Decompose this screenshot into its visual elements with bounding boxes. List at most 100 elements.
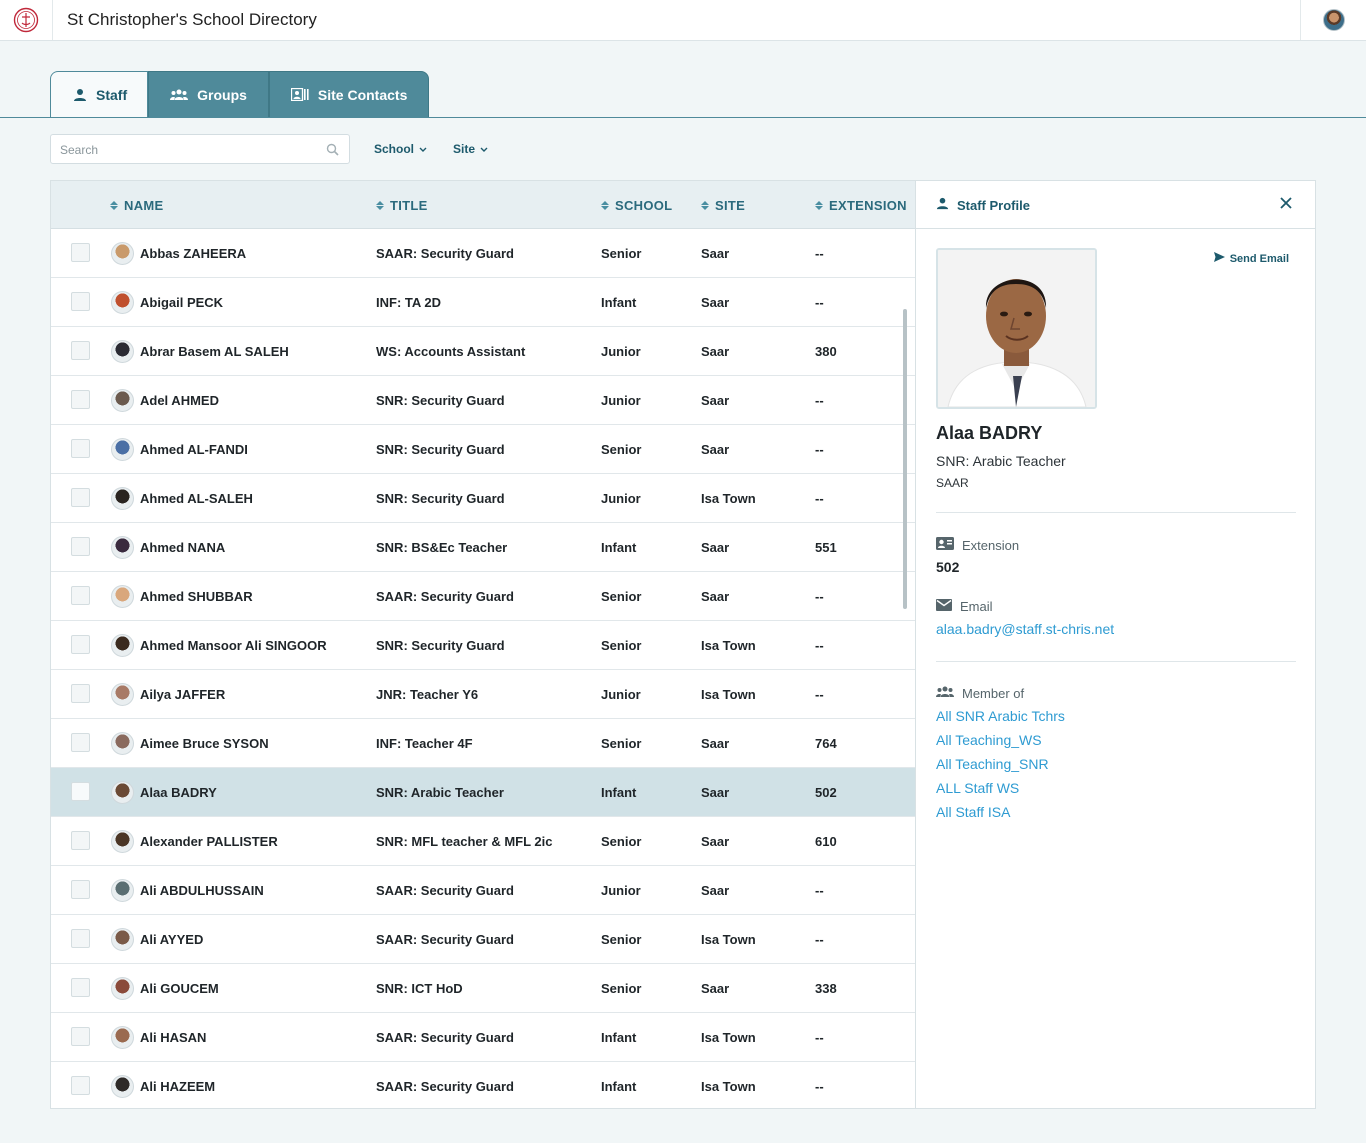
avatar: [111, 389, 134, 412]
tab-staff[interactable]: Staff: [50, 71, 149, 118]
row-checkbox[interactable]: [71, 831, 90, 850]
app-title: St Christopher's School Directory: [67, 10, 317, 29]
row-checkbox[interactable]: [71, 341, 90, 360]
staff-title: SNR: Security Guard: [376, 442, 505, 457]
group-link[interactable]: All Teaching_WS: [936, 732, 1042, 748]
chevron-down-icon: [419, 142, 427, 156]
table-row[interactable]: Alexander PALLISTER SNR: MFL teacher & MF…: [51, 817, 915, 866]
staff-extension: --: [815, 442, 824, 457]
row-checkbox[interactable]: [71, 439, 90, 458]
group-link[interactable]: ALL Staff WS: [936, 780, 1019, 796]
row-checkbox[interactable]: [71, 684, 90, 703]
row-checkbox[interactable]: [71, 733, 90, 752]
staff-school: Infant: [601, 295, 637, 310]
tab-bar: Staff Groups Site Contacts: [50, 71, 430, 118]
staff-title: SNR: BS&Ec Teacher: [376, 540, 508, 555]
staff-name: Ali AYYED: [140, 932, 204, 947]
table-row[interactable]: Adel AHMED SNR: Security Guard Junior Saar -…: [51, 376, 915, 425]
group-link[interactable]: All Teaching_SNR: [936, 756, 1049, 772]
avatar: [111, 830, 134, 853]
search-icon[interactable]: [326, 143, 339, 161]
search-input[interactable]: [60, 141, 310, 158]
row-checkbox[interactable]: [71, 488, 90, 507]
staff-school: Junior: [601, 687, 641, 702]
table-row[interactable]: Ahmed AL-FANDI SNR: Security Guard Senior S…: [51, 425, 915, 474]
avatar: [111, 1026, 134, 1049]
tab-groups[interactable]: Groups: [148, 71, 269, 118]
table-row[interactable]: Ahmed Mansoor Ali SINGOOR SNR: Security G…: [51, 621, 915, 670]
column-header-name[interactable]: NAME: [110, 198, 163, 213]
row-checkbox[interactable]: [71, 586, 90, 605]
staff-title: SAAR: Security Guard: [376, 932, 514, 947]
row-checkbox[interactable]: [71, 243, 90, 262]
staff-site: Saar: [701, 540, 730, 555]
staff-extension: 502: [815, 785, 837, 800]
table-row[interactable]: Abbas ZAHEERA SAAR: Security Guard Senior S…: [51, 229, 915, 278]
avatar: [111, 977, 134, 1000]
staff-title: SNR: ICT HoD: [376, 981, 463, 996]
staff-extension: --: [815, 687, 824, 702]
sort-icon: [601, 201, 609, 210]
table-row[interactable]: Ali AYYED SAAR: Security Guard Senior Isa T…: [51, 915, 915, 964]
table-scrollbar[interactable]: [903, 309, 907, 609]
column-header-title[interactable]: TITLE: [376, 198, 428, 213]
group-link[interactable]: All SNR Arabic Tchrs: [936, 708, 1065, 724]
row-checkbox[interactable]: [71, 1076, 90, 1095]
table-row[interactable]: Abigail PECK INF: TA 2D Infant Saar --: [51, 278, 915, 327]
staff-title: SAAR: Security Guard: [376, 883, 514, 898]
staff-site: Saar: [701, 589, 730, 604]
column-header-site[interactable]: SITE: [701, 198, 745, 213]
table-row[interactable]: Ailya JAFFER JNR: Teacher Y6 Junior Isa Tow…: [51, 670, 915, 719]
row-checkbox[interactable]: [71, 880, 90, 899]
staff-title: WS: Accounts Assistant: [376, 344, 526, 359]
staff-site: Saar: [701, 295, 730, 310]
table-row[interactable]: Ali ABDULHUSSAIN SAAR: Security Guard Juni…: [51, 866, 915, 915]
site-filter-dropdown[interactable]: Site: [453, 142, 488, 156]
staff-school: Infant: [601, 1030, 637, 1045]
table-row[interactable]: Ahmed SHUBBAR SAAR: Security Guard Senior S…: [51, 572, 915, 621]
row-checkbox[interactable]: [71, 635, 90, 654]
staff-extension: 764: [815, 736, 837, 751]
table-row[interactable]: Ahmed AL-SALEH SNR: Security Guard Junior I…: [51, 474, 915, 523]
sort-icon: [701, 201, 709, 210]
staff-extension: 551: [815, 540, 837, 555]
staff-title: SNR: Security Guard: [376, 638, 505, 653]
contact-card-icon: [290, 88, 309, 101]
user-menu[interactable]: [1300, 0, 1366, 40]
table-row[interactable]: Ahmed NANA SNR: BS&Ec Teacher Infant Saar 55…: [51, 523, 915, 572]
staff-extension: --: [815, 491, 824, 506]
email-link[interactable]: alaa.badry@staff.st-chris.net: [936, 621, 1114, 637]
staff-site: Isa Town: [701, 932, 756, 947]
row-checkbox[interactable]: [71, 390, 90, 409]
table-row[interactable]: Ali HASAN SAAR: Security Guard Infant Isa T…: [51, 1013, 915, 1062]
row-checkbox[interactable]: [71, 978, 90, 997]
avatar: [111, 683, 134, 706]
table-row[interactable]: Aimee Bruce SYSON INF: Teacher 4F Senior Sa…: [51, 719, 915, 768]
column-header-extension[interactable]: EXTENSION: [815, 198, 907, 213]
school-crest-icon: [13, 7, 39, 33]
row-checkbox[interactable]: [71, 292, 90, 311]
table-row[interactable]: Ali GOUCEM SNR: ICT HoD Senior Saar 338: [51, 964, 915, 1013]
school-logo[interactable]: [0, 0, 53, 40]
staff-title: SNR: Arabic Teacher: [376, 785, 504, 800]
staff-school: Senior: [601, 589, 642, 604]
staff-extension: --: [815, 295, 824, 310]
row-checkbox[interactable]: [71, 1027, 90, 1046]
tab-label: Groups: [197, 86, 247, 103]
table-row[interactable]: Abrar Basem AL SALEH WS: Accounts Assista…: [51, 327, 915, 376]
staff-name: Alexander PALLISTER: [140, 834, 278, 849]
group-link[interactable]: All Staff ISA: [936, 804, 1010, 820]
send-email-button[interactable]: Send Email: [1213, 252, 1289, 265]
column-label: SITE: [715, 198, 746, 213]
row-checkbox[interactable]: [71, 782, 90, 801]
staff-title: SNR: Security Guard: [376, 491, 505, 506]
close-icon[interactable]: [1279, 196, 1293, 215]
staff-site: Saar: [701, 736, 730, 751]
row-checkbox[interactable]: [71, 929, 90, 948]
row-checkbox[interactable]: [71, 537, 90, 556]
table-row[interactable]: Ali HAZEEM SAAR: Security Guard Infant Isa …: [51, 1062, 915, 1108]
tab-site-contacts[interactable]: Site Contacts: [268, 71, 430, 118]
table-row[interactable]: Alaa BADRY SNR: Arabic Teacher Infant Saar 5…: [51, 768, 915, 817]
column-header-school[interactable]: SCHOOL: [601, 198, 672, 213]
school-filter-dropdown[interactable]: School: [374, 142, 427, 156]
